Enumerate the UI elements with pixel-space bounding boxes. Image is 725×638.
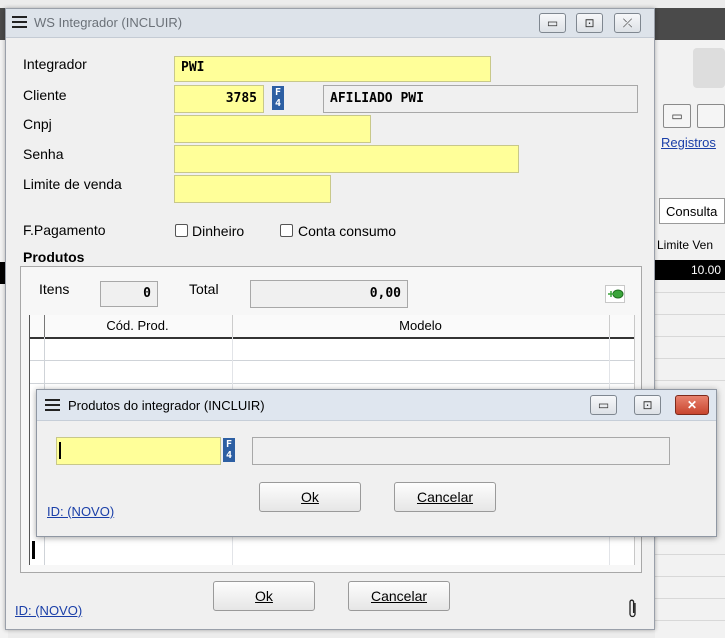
close-button[interactable]: ⤫ [614, 13, 641, 33]
itens-value: 0 [100, 281, 158, 307]
background-consulta-field[interactable]: Consulta [659, 198, 725, 224]
cliente-f4-lookup-button[interactable]: F4 [272, 86, 284, 110]
product-name-field [252, 437, 670, 465]
id-link[interactable]: ID: (NOVO) [15, 603, 82, 618]
hamburger-menu-icon[interactable] [12, 15, 27, 29]
maximize-icon: ⊡ [584, 16, 595, 30]
cliente-name-field: AFILIADO PWI [323, 85, 638, 113]
sub-titlebar[interactable]: Produtos do integrador (INCLUIR) ▭ ⊡ ✕ [37, 390, 716, 421]
limite-venda-input[interactable] [174, 175, 331, 203]
maximize-button[interactable]: ⊡ [576, 13, 603, 33]
row-cursor-icon [32, 541, 35, 559]
cliente-label: Cliente [23, 87, 67, 103]
minimize-button[interactable]: ▭ [539, 13, 566, 33]
paperclip-icon[interactable] [628, 599, 638, 619]
ok-button[interactable]: Ok [213, 581, 315, 611]
itens-label: Itens [39, 281, 70, 297]
minimize-icon: ▭ [597, 398, 610, 412]
dinheiro-label[interactable]: Dinheiro [192, 223, 244, 239]
produtos-integrador-dialog: Produtos do integrador (INCLUIR) ▭ ⊡ ✕ F… [36, 389, 717, 537]
background-maximize-button[interactable] [697, 104, 725, 128]
minimize-icon: ▭ [546, 16, 559, 30]
main-titlebar[interactable]: WS Integrador (INCLUIR) ▭ ⊡ ⤫ [6, 9, 654, 38]
sub-dialog-title: Produtos do integrador (INCLUIR) [68, 398, 265, 413]
background-limite-label: Limite Ven [657, 238, 714, 252]
main-dialog-title: WS Integrador (INCLUIR) [34, 15, 183, 30]
maximize-icon: ⊡ [642, 398, 653, 412]
background-minimize-button[interactable]: ▭ [663, 104, 691, 128]
cancelar-button[interactable]: Cancelar [348, 581, 450, 611]
produtos-section-title: Produtos [23, 249, 85, 265]
background-app-icon [693, 48, 725, 88]
total-label: Total [189, 281, 219, 297]
column-cod-prod[interactable]: Cód. Prod. [45, 316, 230, 336]
conta-consumo-label[interactable]: Conta consumo [298, 223, 396, 239]
sub-minimize-button[interactable]: ▭ [590, 395, 617, 415]
limite-venda-label: Limite de venda [23, 176, 122, 192]
close-icon: ⤫ [622, 16, 633, 30]
product-f4-lookup-button[interactable]: F4 [223, 438, 235, 462]
cliente-code-input[interactable]: 3785 [174, 85, 264, 113]
cnpj-label: Cnpj [23, 116, 52, 132]
grid-header: Cód. Prod. Modelo [30, 315, 634, 339]
text-cursor-icon [59, 442, 61, 459]
sub-id-link[interactable]: ID: (NOVO) [47, 504, 114, 519]
pagamento-label: F.Pagamento [23, 222, 106, 238]
product-code-input[interactable] [56, 437, 221, 465]
column-modelo[interactable]: Modelo [233, 316, 608, 336]
add-product-button[interactable] [605, 285, 625, 303]
senha-label: Senha [23, 146, 64, 162]
close-icon: ✕ [686, 398, 698, 412]
conta-consumo-checkbox[interactable] [280, 224, 293, 237]
integrador-label: Integrador [23, 56, 87, 72]
senha-input[interactable] [174, 145, 519, 173]
sub-ok-button[interactable]: Ok [259, 482, 361, 512]
background-registros-link[interactable]: Registros [661, 135, 716, 150]
sub-cancelar-button[interactable]: Cancelar [394, 482, 496, 512]
dinheiro-checkbox[interactable] [175, 224, 188, 237]
sub-maximize-button[interactable]: ⊡ [634, 395, 661, 415]
background-limite-value: 10.00 [655, 260, 725, 280]
integrador-input[interactable]: PWI [174, 56, 491, 82]
sub-hamburger-menu-icon[interactable] [45, 398, 60, 412]
cnpj-input[interactable] [174, 115, 371, 143]
sub-close-button[interactable]: ✕ [675, 395, 709, 415]
add-green-icon [608, 289, 624, 299]
total-value: 0,00 [250, 280, 408, 308]
background-window-buttons: ▭ [659, 104, 725, 130]
